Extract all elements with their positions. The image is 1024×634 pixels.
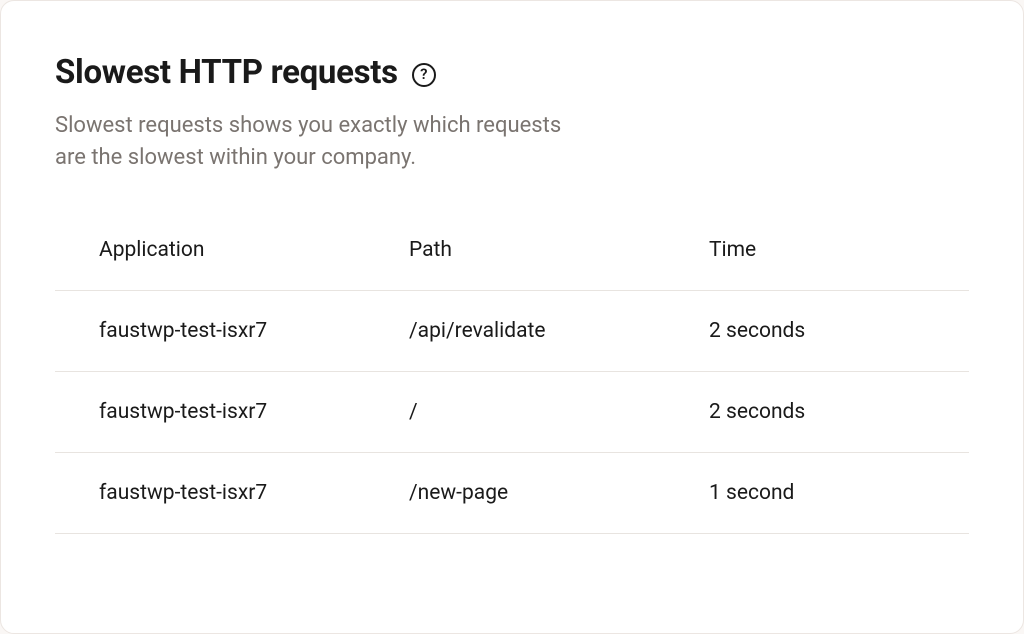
cell-time: 1 second bbox=[709, 481, 925, 505]
table-row: faustwp-test-isxr7 /api/revalidate 2 sec… bbox=[55, 291, 969, 372]
cell-time: 2 seconds bbox=[709, 400, 925, 424]
col-header-time: Time bbox=[709, 238, 925, 262]
cell-application: faustwp-test-isxr7 bbox=[99, 319, 409, 343]
slowest-requests-card: Slowest HTTP requests ? Slowest requests… bbox=[0, 0, 1024, 634]
cell-path: /new-page bbox=[409, 481, 709, 505]
cell-path: /api/revalidate bbox=[409, 319, 709, 343]
cell-time: 2 seconds bbox=[709, 319, 925, 343]
cell-application: faustwp-test-isxr7 bbox=[99, 481, 409, 505]
cell-application: faustwp-test-isxr7 bbox=[99, 400, 409, 424]
table-header-row: Application Path Time bbox=[55, 230, 969, 291]
help-icon[interactable]: ? bbox=[412, 63, 436, 87]
card-subtitle: Slowest requests shows you exactly which… bbox=[55, 110, 575, 174]
card-header: Slowest HTTP requests ? bbox=[55, 53, 969, 92]
table-row: faustwp-test-isxr7 / 2 seconds bbox=[55, 372, 969, 453]
col-header-path: Path bbox=[409, 238, 709, 262]
requests-table: Application Path Time faustwp-test-isxr7… bbox=[55, 230, 969, 534]
table-row: faustwp-test-isxr7 /new-page 1 second bbox=[55, 453, 969, 534]
col-header-application: Application bbox=[99, 238, 409, 262]
cell-path: / bbox=[409, 400, 709, 424]
card-title: Slowest HTTP requests bbox=[55, 53, 398, 92]
